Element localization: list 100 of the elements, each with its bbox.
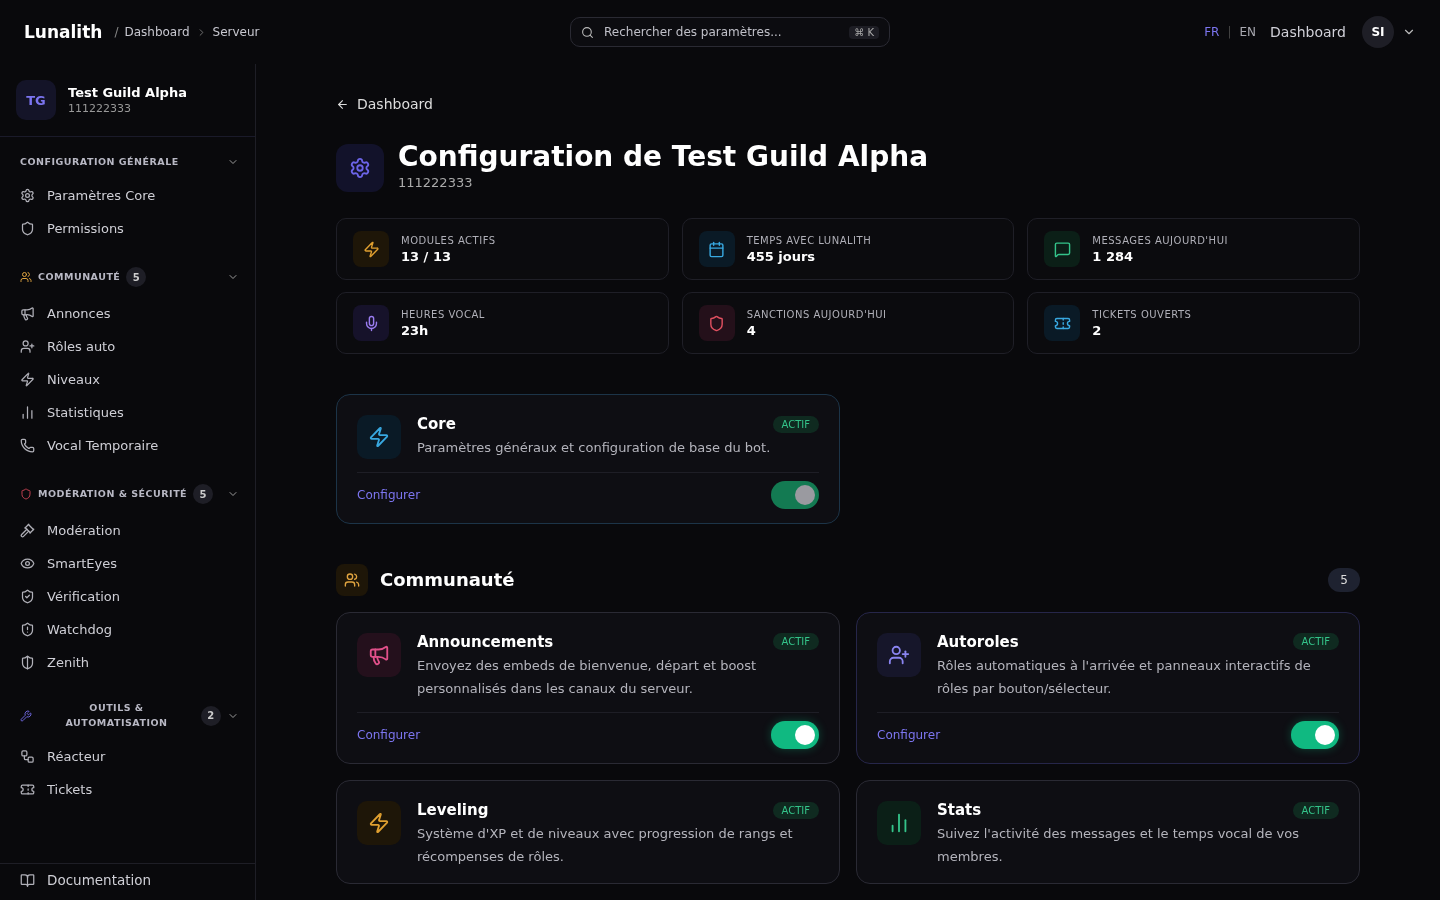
- stat-label: MODULES ACTIFS: [401, 234, 496, 246]
- module-icon: [368, 426, 390, 448]
- sidebar-item[interactable]: Réacteur: [0, 739, 255, 773]
- section-header[interactable]: OUTILS & AUTOMATISATION 2: [0, 691, 255, 740]
- breadcrumb-link[interactable]: Serveur: [212, 25, 260, 39]
- language-option[interactable]: EN: [1239, 25, 1257, 39]
- item-icon: [20, 405, 35, 421]
- users-icon: [344, 571, 360, 588]
- item-icon: [20, 221, 35, 237]
- configure-link[interactable]: Configurer: [357, 728, 421, 743]
- item-icon: [20, 589, 35, 605]
- sidebar-item[interactable]: Watchdog: [0, 613, 255, 647]
- sidebar-item[interactable]: Tickets: [0, 772, 255, 806]
- guild-name: Test Guild Alpha: [68, 85, 187, 100]
- count-badge: 2: [201, 705, 221, 726]
- module-description: Rôles automatiques à l'arrivée et panneaux interactifs de rôles par bouton/sélecteur.: [937, 656, 1312, 698]
- sidebar-item[interactable]: Modération: [0, 514, 255, 548]
- item-icon: [20, 188, 35, 204]
- module-toggle[interactable]: [1291, 721, 1339, 750]
- sidebar-item[interactable]: Paramètres Core: [0, 179, 255, 213]
- stat-label: TEMPS AVEC LUNALITH: [746, 234, 872, 246]
- item-icon: [20, 556, 35, 572]
- stat-icon: [362, 240, 380, 258]
- sidebar-item[interactable]: Zenith: [0, 646, 255, 680]
- stat-value: 13 / 13: [401, 248, 452, 264]
- sidebar-item[interactable]: Annonces: [0, 297, 255, 331]
- item-icon: [20, 748, 35, 764]
- book-icon: [20, 872, 35, 888]
- page-title: Configuration de Test Guild Alpha: [398, 140, 929, 173]
- documentation-link[interactable]: Documentation: [0, 863, 255, 900]
- status-badge: ACTIF: [772, 633, 819, 651]
- guild-id: 111222333: [68, 102, 132, 115]
- status-badge: ACTIF: [1292, 633, 1339, 651]
- status-badge: ACTIF: [772, 801, 819, 819]
- user-avatar[interactable]: SI: [1362, 16, 1394, 48]
- count-badge: 5: [126, 267, 147, 288]
- module-name: Core: [417, 415, 456, 433]
- module-toggle[interactable]: [771, 721, 819, 750]
- sidebar-item[interactable]: Vocal Temporaire: [0, 429, 255, 463]
- module-icon: [368, 812, 390, 835]
- stat-label: HEURES VOCAL: [401, 308, 485, 320]
- item-icon: [20, 339, 35, 355]
- item-icon: [20, 372, 35, 388]
- slash-separator: /: [114, 25, 119, 39]
- page-subtitle: 111222333: [398, 175, 474, 190]
- stat-value: 2: [1092, 322, 1103, 338]
- module-icon: [368, 643, 390, 666]
- stat-label: SANCTIONS AUJOURD'HUI: [746, 308, 887, 320]
- search-field[interactable]: Rechercher des paramètres... ⌘ K: [570, 17, 890, 47]
- stat-value: 23h: [401, 322, 430, 338]
- status-badge: ACTIF: [772, 415, 819, 433]
- arrow-left-icon: [336, 97, 349, 111]
- stat-icon: [1053, 240, 1071, 258]
- shortcut-hint: ⌘ K: [849, 25, 879, 39]
- stat-value: 4: [746, 322, 757, 338]
- sidebar-item[interactable]: Rôles auto: [0, 330, 255, 364]
- count-badge: 5: [1328, 567, 1360, 592]
- module-name: Stats: [937, 801, 982, 820]
- language-option[interactable]: FR: [1204, 25, 1220, 39]
- guild-avatar: TG: [16, 80, 56, 120]
- search-icon: [581, 25, 594, 39]
- sidebar-item[interactable]: SmartEyes: [0, 547, 255, 581]
- breadcrumb-link[interactable]: Dashboard: [124, 25, 190, 39]
- item-icon: [20, 781, 35, 797]
- item-icon: [20, 438, 35, 454]
- module-name: Autoroles: [937, 632, 1019, 651]
- stat-label: MESSAGES AUJOURD'HUI: [1092, 234, 1228, 246]
- section-icon: [20, 488, 32, 501]
- language-separator: |: [1227, 25, 1232, 39]
- section-header[interactable]: CONFIGURATION GÉNÉRALE: [0, 145, 255, 180]
- item-icon: [20, 622, 35, 638]
- stat-value: 1 284: [1092, 248, 1135, 264]
- back-link[interactable]: Dashboard: [336, 96, 1360, 112]
- configure-link[interactable]: Configurer: [877, 728, 941, 743]
- module-icon: [888, 643, 910, 666]
- search-input[interactable]: Rechercher des paramètres...: [602, 24, 842, 40]
- stat-icon: [708, 240, 726, 258]
- sidebar-item[interactable]: Statistiques: [0, 396, 255, 430]
- sidebar-item[interactable]: Niveaux: [0, 363, 255, 397]
- settings-icon: [349, 157, 371, 179]
- section-header[interactable]: COMMUNAUTÉ 5: [0, 257, 255, 298]
- module-name: Leveling: [417, 801, 489, 820]
- stat-icon: [708, 314, 726, 332]
- section-icon: [20, 271, 32, 284]
- item-icon: [20, 523, 35, 539]
- section-icon: [20, 709, 32, 722]
- sidebar-item[interactable]: Vérification: [0, 580, 255, 614]
- item-icon: [20, 655, 35, 671]
- stat-label: TICKETS OUVERTS: [1092, 308, 1192, 320]
- module-name: Announcements: [417, 632, 554, 651]
- module-description: Système d'XP et de niveaux avec progression de rangs et récompenses de rôles.: [417, 825, 794, 866]
- dashboard-link[interactable]: Dashboard: [1270, 24, 1346, 40]
- section-header[interactable]: MODÉRATION & SÉCURITÉ 5: [0, 474, 255, 515]
- sidebar-item[interactable]: Permissions: [0, 212, 255, 246]
- count-badge: 5: [193, 484, 214, 505]
- module-description: Envoyez des embeds de bienvenue, départ et boost personnalisés dans les canaux du serveur.: [417, 656, 758, 698]
- brand-name[interactable]: Lunalith: [24, 22, 103, 42]
- section-title: Communauté: [380, 569, 516, 591]
- status-badge: ACTIF: [1292, 801, 1339, 819]
- item-icon: [20, 306, 35, 322]
